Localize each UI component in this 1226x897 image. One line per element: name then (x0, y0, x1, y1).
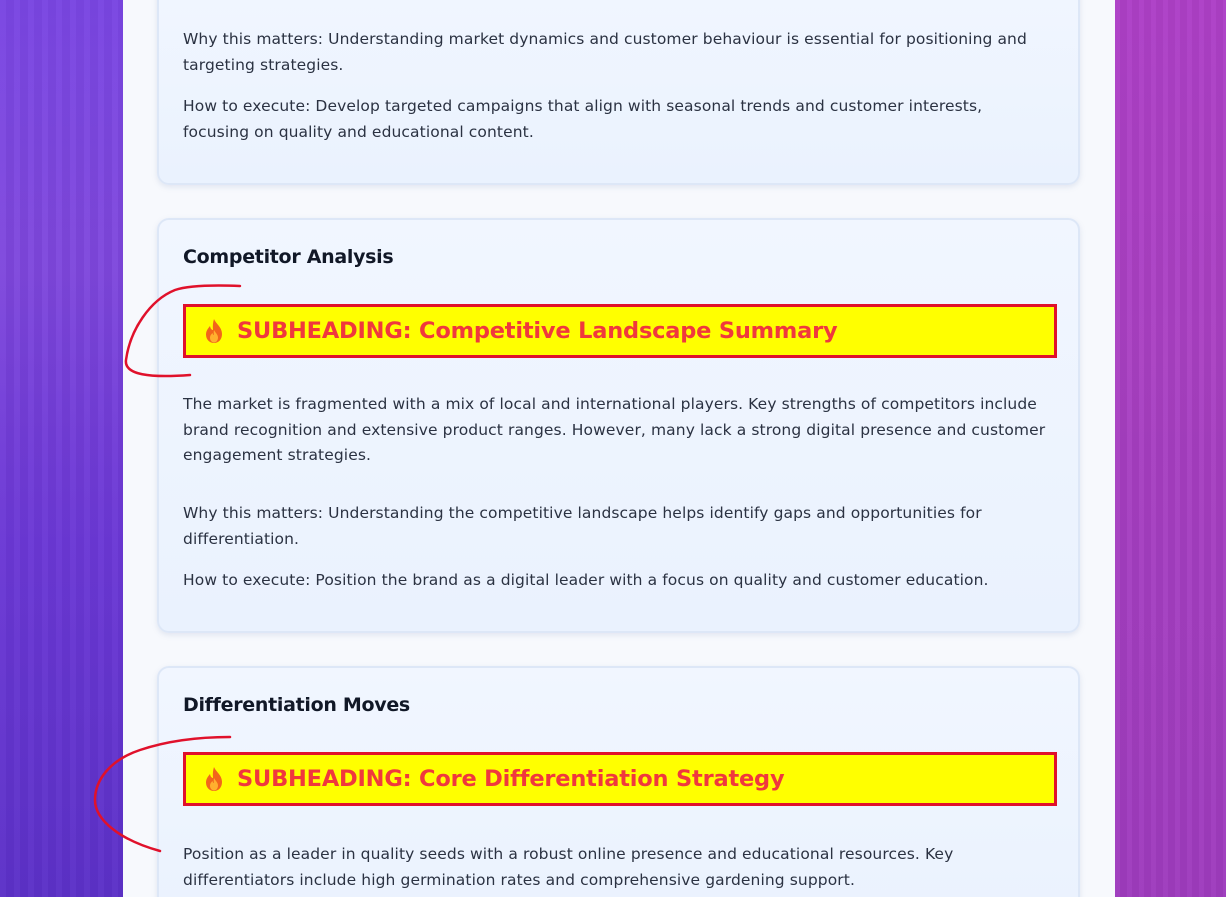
report-page: Why this matters: Understanding market d… (123, 0, 1115, 897)
why-this-matters-text: Why this matters: Understanding market d… (183, 30, 1027, 74)
differentiation-moves-card: Differentiation Moves SUBHEADING: Core D… (157, 666, 1080, 897)
fire-icon (201, 766, 227, 792)
background-left-panel (0, 0, 123, 897)
background-right-panel (1115, 0, 1226, 897)
section-title: Competitor Analysis (183, 246, 394, 268)
section-title: Differentiation Moves (183, 694, 410, 716)
subheading-text: SUBHEADING: Core Differentiation Strateg… (237, 766, 785, 792)
section-body-text: Position as a leader in quality seeds wi… (183, 845, 954, 889)
subheading-highlight: SUBHEADING: Core Differentiation Strateg… (183, 752, 1057, 806)
competitor-analysis-card: Competitor Analysis SUBHEADING: Competit… (157, 218, 1080, 633)
section-body-text: The market is fragmented with a mix of l… (183, 395, 1046, 464)
subheading-text: SUBHEADING: Competitive Landscape Summar… (237, 318, 838, 344)
fire-icon (201, 318, 227, 344)
subheading-highlight: SUBHEADING: Competitive Landscape Summar… (183, 304, 1057, 358)
why-this-matters-text: Why this matters: Understanding the comp… (183, 504, 982, 548)
market-analysis-card: Why this matters: Understanding market d… (157, 0, 1080, 185)
how-to-execute-text: How to execute: Position the brand as a … (183, 571, 989, 589)
how-to-execute-text: How to execute: Develop targeted campaig… (183, 97, 983, 141)
